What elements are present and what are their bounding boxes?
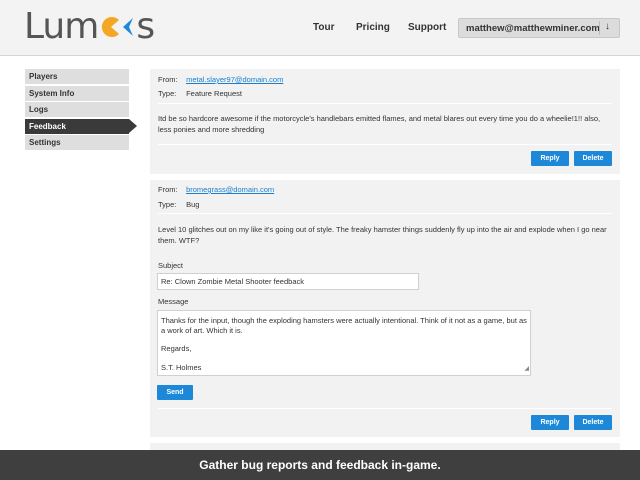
- nav-support-link[interactable]: Support: [408, 22, 446, 33]
- feedback-message: Level 10 glitches out on my like it's go…: [158, 225, 607, 245]
- delete-button[interactable]: Delete: [574, 415, 612, 430]
- divider: [158, 408, 612, 409]
- type-row: Type: Feature Request: [158, 89, 242, 98]
- user-email: matthew@matthewminer.com: [466, 23, 600, 34]
- feedback-message: Itd be so hardcore awesome if the motorc…: [158, 114, 601, 134]
- from-label: From:: [158, 185, 178, 194]
- message-textarea[interactable]: Thanks for the input, though the explodi…: [157, 310, 531, 376]
- sidebar-item-feedback[interactable]: Feedback: [25, 118, 137, 134]
- arrow-down-icon[interactable]: ↓: [605, 21, 610, 32]
- type-row: Type: Bug: [158, 200, 199, 209]
- sidebar-item-settings[interactable]: Settings: [25, 135, 129, 150]
- send-button[interactable]: Send: [157, 385, 193, 400]
- from-label: From:: [158, 75, 178, 84]
- subject-label: Subject: [158, 261, 184, 270]
- sidebar: Players System Info Logs Feedback Settin…: [25, 69, 137, 152]
- reply-body-line: Thanks for the input, though the explodi…: [161, 316, 527, 335]
- user-menu-divider: [599, 21, 600, 35]
- from-email-link[interactable]: bromegrass@domain.com: [186, 185, 274, 194]
- from-row: From: bromegrass@domain.com: [158, 185, 274, 194]
- from-email-link[interactable]: metal.slayer97@domain.com: [186, 75, 283, 84]
- feedback-card: From: metal.slayer97@domain.com Type: Fe…: [150, 69, 620, 174]
- reply-body-line: S.T. Holmes: [161, 362, 202, 372]
- sidebar-item-system-info[interactable]: System Info: [25, 85, 129, 101]
- reply-button[interactable]: Reply: [531, 151, 569, 166]
- lumos-logo[interactable]: Lum s: [24, 5, 155, 48]
- reply-body-line: Regards,: [161, 344, 192, 353]
- reply-button[interactable]: Reply: [531, 415, 569, 430]
- header: Lum s Tour Pricing Support matthew@matth…: [0, 0, 640, 56]
- pacman-logo-icon: [99, 7, 135, 48]
- nav-pricing-link[interactable]: Pricing: [356, 22, 390, 33]
- feedback-card: [150, 443, 620, 450]
- divider: [158, 213, 612, 214]
- type-label: Type:: [158, 200, 177, 209]
- sidebar-item-players[interactable]: Players: [25, 69, 129, 84]
- user-menu[interactable]: matthew@matthewminer.com ↓: [458, 18, 620, 38]
- from-row: From: metal.slayer97@domain.com: [158, 75, 283, 84]
- caption-banner: Gather bug reports and feedback in-game.: [0, 450, 640, 480]
- type-value: Feature Request: [186, 89, 242, 98]
- feedback-card: From: bromegrass@domain.com Type: Bug Le…: [150, 180, 620, 437]
- subject-input[interactable]: Re: Clown Zombie Metal Shooter feedback: [157, 273, 419, 290]
- divider: [158, 144, 612, 145]
- resize-handle-icon[interactable]: ◢: [524, 365, 529, 375]
- sidebar-item-logs[interactable]: Logs: [25, 102, 129, 117]
- type-value: Bug: [186, 200, 200, 209]
- delete-button[interactable]: Delete: [574, 151, 612, 166]
- logo-text-left: Lum: [24, 5, 99, 47]
- logo-text-right: s: [136, 5, 155, 47]
- divider: [158, 103, 612, 104]
- type-label: Type:: [158, 89, 177, 98]
- nav-tour-link[interactable]: Tour: [313, 22, 334, 33]
- message-label: Message: [158, 297, 189, 306]
